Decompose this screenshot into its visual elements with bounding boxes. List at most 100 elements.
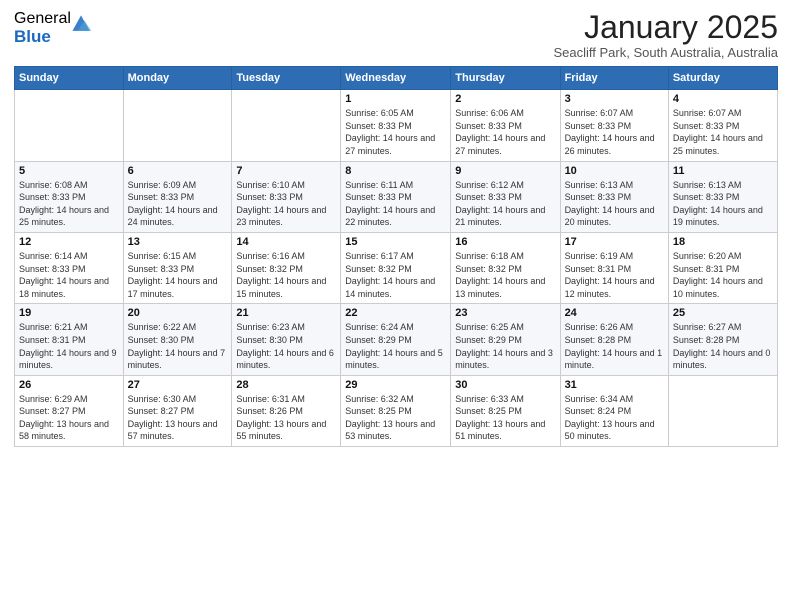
calendar-cell: 15 Sunrise: 6:17 AM Sunset: 8:32 PM Dayli… bbox=[341, 232, 451, 303]
title-block: January 2025 Seacliff Park, South Austra… bbox=[554, 10, 779, 60]
day-number: 20 bbox=[128, 307, 228, 319]
calendar-cell: 3Sunrise: 6:07 AM Sunset: 8:33 PM Daylig… bbox=[560, 90, 668, 161]
weekday-saturday: Saturday bbox=[668, 67, 777, 90]
calendar-cell bbox=[232, 90, 341, 161]
day-number: 30 bbox=[455, 379, 555, 391]
calendar-cell: 13 Sunrise: 6:15 AM Sunset: 8:33 PM Dayli… bbox=[123, 232, 232, 303]
day-number: 16 bbox=[455, 236, 555, 248]
day-info: Sunrise: 6:07 AM Sunset: 8:33 PM Dayligh… bbox=[565, 107, 664, 157]
day-info: Sunrise: 6:33 AM Sunset: 8:25 PM Dayligh… bbox=[455, 393, 555, 443]
calendar-cell: 16 Sunrise: 6:18 AM Sunset: 8:32 PM Dayli… bbox=[451, 232, 560, 303]
day-info: Sunrise: 6:29 AM Sunset: 8:27 PM Dayligh… bbox=[19, 393, 119, 443]
calendar-cell: 26Sunrise: 6:29 AM Sunset: 8:27 PM Dayli… bbox=[15, 375, 124, 446]
day-number: 14 bbox=[236, 236, 336, 248]
weekday-tuesday: Tuesday bbox=[232, 67, 341, 90]
day-info: Sunrise: 6:16 AM Sunset: 8:32 PM Dayligh… bbox=[236, 250, 336, 300]
calendar-cell bbox=[668, 375, 777, 446]
calendar-cell: 30 Sunrise: 6:33 AM Sunset: 8:25 PM Dayli… bbox=[451, 375, 560, 446]
day-number: 23 bbox=[455, 307, 555, 319]
calendar-cell: 22 Sunrise: 6:24 AM Sunset: 8:29 PM Dayli… bbox=[341, 304, 451, 375]
calendar-body: 1Sunrise: 6:05 AM Sunset: 8:33 PM Daylig… bbox=[15, 90, 778, 447]
day-info: Sunrise: 6:13 AM Sunset: 8:33 PM Dayligh… bbox=[565, 179, 664, 229]
calendar-cell: 14 Sunrise: 6:16 AM Sunset: 8:32 PM Dayli… bbox=[232, 232, 341, 303]
day-number: 11 bbox=[673, 165, 773, 177]
logo-icon bbox=[69, 12, 93, 36]
calendar-week-1: 1Sunrise: 6:05 AM Sunset: 8:33 PM Daylig… bbox=[15, 90, 778, 161]
day-info: Sunrise: 6:22 AM Sunset: 8:30 PM Dayligh… bbox=[128, 321, 228, 371]
day-number: 7 bbox=[236, 165, 336, 177]
calendar-cell: 10 Sunrise: 6:13 AM Sunset: 8:33 PM Dayli… bbox=[560, 161, 668, 232]
day-info: Sunrise: 6:27 AM Sunset: 8:28 PM Dayligh… bbox=[673, 321, 773, 371]
day-number: 13 bbox=[128, 236, 228, 248]
calendar-cell: 27Sunrise: 6:30 AM Sunset: 8:27 PM Dayli… bbox=[123, 375, 232, 446]
calendar-cell: 4Sunrise: 6:07 AM Sunset: 8:33 PM Daylig… bbox=[668, 90, 777, 161]
day-number: 2 bbox=[455, 93, 555, 105]
calendar-cell: 25 Sunrise: 6:27 AM Sunset: 8:28 PM Dayli… bbox=[668, 304, 777, 375]
logo: General Blue bbox=[14, 10, 93, 46]
calendar-cell: 28 Sunrise: 6:31 AM Sunset: 8:26 PM Dayli… bbox=[232, 375, 341, 446]
day-number: 22 bbox=[345, 307, 446, 319]
calendar-cell bbox=[123, 90, 232, 161]
day-info: Sunrise: 6:21 AM Sunset: 8:31 PM Dayligh… bbox=[19, 321, 119, 371]
logo-general: General bbox=[14, 10, 71, 28]
weekday-wednesday: Wednesday bbox=[341, 67, 451, 90]
day-number: 17 bbox=[565, 236, 664, 248]
day-info: Sunrise: 6:24 AM Sunset: 8:29 PM Dayligh… bbox=[345, 321, 446, 371]
day-info: Sunrise: 6:09 AM Sunset: 8:33 PM Dayligh… bbox=[128, 179, 228, 229]
day-number: 1 bbox=[345, 93, 446, 105]
day-number: 28 bbox=[236, 379, 336, 391]
calendar-cell: 17 Sunrise: 6:19 AM Sunset: 8:31 PM Dayli… bbox=[560, 232, 668, 303]
calendar-header: Sunday Monday Tuesday Wednesday Thursday… bbox=[15, 67, 778, 90]
weekday-sunday: Sunday bbox=[15, 67, 124, 90]
day-info: Sunrise: 6:08 AM Sunset: 8:33 PM Dayligh… bbox=[19, 179, 119, 229]
day-info: Sunrise: 6:34 AM Sunset: 8:24 PM Dayligh… bbox=[565, 393, 664, 443]
calendar-cell: 21Sunrise: 6:23 AM Sunset: 8:30 PM Dayli… bbox=[232, 304, 341, 375]
day-number: 12 bbox=[19, 236, 119, 248]
day-info: Sunrise: 6:18 AM Sunset: 8:32 PM Dayligh… bbox=[455, 250, 555, 300]
calendar-week-5: 26Sunrise: 6:29 AM Sunset: 8:27 PM Dayli… bbox=[15, 375, 778, 446]
page: General Blue January 2025 Seacliff Park,… bbox=[0, 0, 792, 612]
weekday-monday: Monday bbox=[123, 67, 232, 90]
day-info: Sunrise: 6:25 AM Sunset: 8:29 PM Dayligh… bbox=[455, 321, 555, 371]
day-number: 29 bbox=[345, 379, 446, 391]
calendar-cell: 2 Sunrise: 6:06 AM Sunset: 8:33 PM Daylig… bbox=[451, 90, 560, 161]
calendar-cell: 1Sunrise: 6:05 AM Sunset: 8:33 PM Daylig… bbox=[341, 90, 451, 161]
day-number: 31 bbox=[565, 379, 664, 391]
day-info: Sunrise: 6:19 AM Sunset: 8:31 PM Dayligh… bbox=[565, 250, 664, 300]
day-info: Sunrise: 6:12 AM Sunset: 8:33 PM Dayligh… bbox=[455, 179, 555, 229]
calendar-cell: 18Sunrise: 6:20 AM Sunset: 8:31 PM Dayli… bbox=[668, 232, 777, 303]
weekday-thursday: Thursday bbox=[451, 67, 560, 90]
day-number: 27 bbox=[128, 379, 228, 391]
day-info: Sunrise: 6:26 AM Sunset: 8:28 PM Dayligh… bbox=[565, 321, 664, 371]
calendar-week-2: 5Sunrise: 6:08 AM Sunset: 8:33 PM Daylig… bbox=[15, 161, 778, 232]
day-info: Sunrise: 6:20 AM Sunset: 8:31 PM Dayligh… bbox=[673, 250, 773, 300]
calendar-cell bbox=[15, 90, 124, 161]
day-info: Sunrise: 6:14 AM Sunset: 8:33 PM Dayligh… bbox=[19, 250, 119, 300]
day-info: Sunrise: 6:11 AM Sunset: 8:33 PM Dayligh… bbox=[345, 179, 446, 229]
day-info: Sunrise: 6:13 AM Sunset: 8:33 PM Dayligh… bbox=[673, 179, 773, 229]
weekday-friday: Friday bbox=[560, 67, 668, 90]
calendar-cell: 19Sunrise: 6:21 AM Sunset: 8:31 PM Dayli… bbox=[15, 304, 124, 375]
day-number: 25 bbox=[673, 307, 773, 319]
calendar: Sunday Monday Tuesday Wednesday Thursday… bbox=[14, 66, 778, 447]
day-info: Sunrise: 6:32 AM Sunset: 8:25 PM Dayligh… bbox=[345, 393, 446, 443]
day-info: Sunrise: 6:17 AM Sunset: 8:32 PM Dayligh… bbox=[345, 250, 446, 300]
calendar-cell: 31 Sunrise: 6:34 AM Sunset: 8:24 PM Dayli… bbox=[560, 375, 668, 446]
weekday-row: Sunday Monday Tuesday Wednesday Thursday… bbox=[15, 67, 778, 90]
day-number: 10 bbox=[565, 165, 664, 177]
calendar-week-3: 12 Sunrise: 6:14 AM Sunset: 8:33 PM Dayli… bbox=[15, 232, 778, 303]
day-number: 9 bbox=[455, 165, 555, 177]
day-info: Sunrise: 6:31 AM Sunset: 8:26 PM Dayligh… bbox=[236, 393, 336, 443]
calendar-cell: 6 Sunrise: 6:09 AM Sunset: 8:33 PM Daylig… bbox=[123, 161, 232, 232]
title-month: January 2025 bbox=[554, 10, 779, 45]
day-number: 15 bbox=[345, 236, 446, 248]
day-info: Sunrise: 6:06 AM Sunset: 8:33 PM Dayligh… bbox=[455, 107, 555, 157]
calendar-cell: 12 Sunrise: 6:14 AM Sunset: 8:33 PM Dayli… bbox=[15, 232, 124, 303]
day-info: Sunrise: 6:23 AM Sunset: 8:30 PM Dayligh… bbox=[236, 321, 336, 371]
day-info: Sunrise: 6:15 AM Sunset: 8:33 PM Dayligh… bbox=[128, 250, 228, 300]
day-info: Sunrise: 6:10 AM Sunset: 8:33 PM Dayligh… bbox=[236, 179, 336, 229]
calendar-cell: 9 Sunrise: 6:12 AM Sunset: 8:33 PM Daylig… bbox=[451, 161, 560, 232]
calendar-cell: 11 Sunrise: 6:13 AM Sunset: 8:33 PM Dayli… bbox=[668, 161, 777, 232]
day-number: 24 bbox=[565, 307, 664, 319]
day-number: 6 bbox=[128, 165, 228, 177]
